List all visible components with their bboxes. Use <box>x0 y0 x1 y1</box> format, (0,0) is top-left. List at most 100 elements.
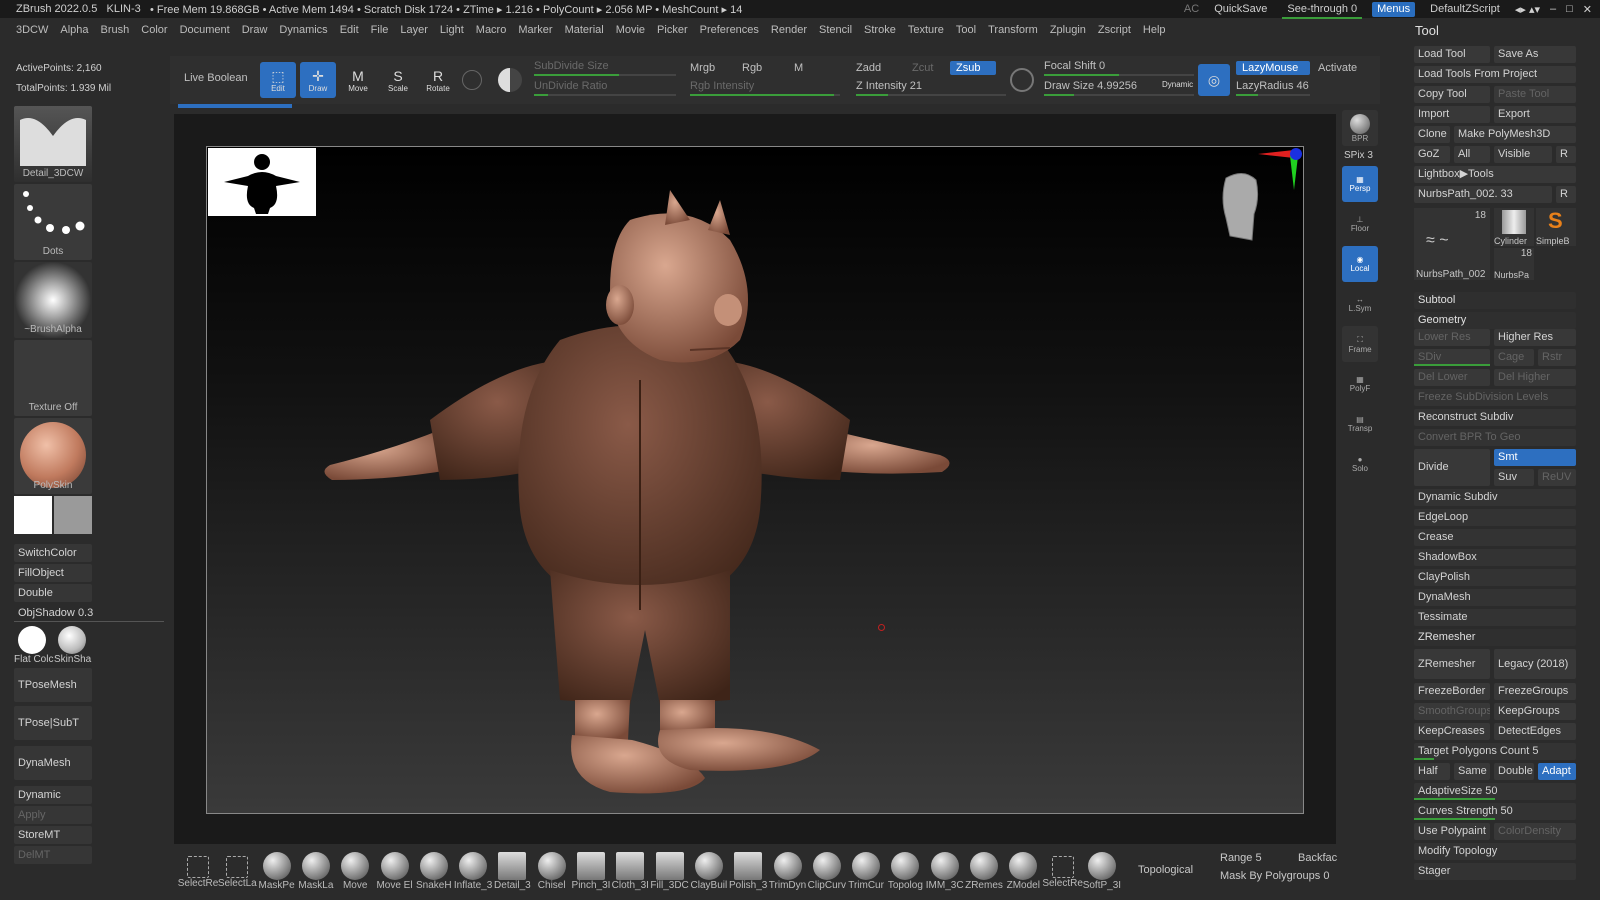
tool-thumbnail-simplebrush[interactable]: S SimpleB <box>1536 208 1576 246</box>
brush-maskla[interactable]: MaskLa <box>296 852 336 898</box>
edit-button[interactable]: ⬚ Edit <box>260 62 296 98</box>
brush-polish-3[interactable]: Polish_3 <box>728 852 768 898</box>
zcut-button[interactable]: Zcut <box>912 62 933 74</box>
activate-button[interactable]: Activate <box>1318 62 1357 74</box>
lazy-mouse-button[interactable]: LazyMouse <box>1236 61 1310 75</box>
obj-shadow-slider[interactable]: ObjShadow 0.3 <box>14 604 164 622</box>
edgeloop-section[interactable]: EdgeLoop <box>1414 509 1576 526</box>
reconstruct-subdiv-button[interactable]: Reconstruct Subdiv <box>1414 409 1576 426</box>
higher-res-button[interactable]: Higher Res <box>1494 329 1576 346</box>
brush-pinch-3i[interactable]: Pinch_3I <box>571 852 611 898</box>
tool-palette-title[interactable]: Tool <box>1400 20 1600 42</box>
brush-clipcurv[interactable]: ClipCurv <box>807 852 847 898</box>
flat-color-material[interactable] <box>18 626 46 654</box>
range-slider[interactable]: Range 5 <box>1220 852 1262 864</box>
local-button[interactable]: ◉ Local <box>1342 246 1378 282</box>
brush-trimcur[interactable]: TrimCur <box>846 852 886 898</box>
detect-edges-toggle[interactable]: DetectEdges <box>1494 723 1576 740</box>
current-tool-r-button[interactable]: R <box>1556 186 1576 203</box>
lsym-button[interactable]: ↔ L.Sym <box>1342 286 1378 322</box>
legacy-2018-button[interactable]: Legacy (2018) <box>1494 649 1576 679</box>
tpose-subt-button[interactable]: TPose|SubT <box>14 706 92 740</box>
keep-creases-toggle[interactable]: KeepCreases <box>1414 723 1490 740</box>
brush-snakeh[interactable]: SnakeH <box>414 852 454 898</box>
brush-chisel[interactable]: Chisel <box>532 852 572 898</box>
menu-render[interactable]: Render <box>771 24 807 36</box>
current-tool-slider[interactable]: NurbsPath_002. 33 <box>1414 186 1552 203</box>
focal-shift-slider[interactable]: Focal Shift 0 <box>1044 60 1105 72</box>
brush-trimdyn[interactable]: TrimDyn <box>768 852 808 898</box>
menu-color[interactable]: Color <box>141 24 167 36</box>
goz-all-button[interactable]: All <box>1454 146 1490 163</box>
close-icon[interactable]: ✕ <box>1583 3 1592 16</box>
minimize-icon[interactable]: – <box>1550 3 1556 15</box>
half-button[interactable]: Half <box>1414 763 1450 780</box>
reuv-toggle[interactable]: ReUV <box>1538 469 1576 486</box>
same-button[interactable]: Same <box>1454 763 1490 780</box>
del-higher-button[interactable]: Del Higher <box>1494 369 1576 386</box>
brush-selectre[interactable]: SelectRe <box>178 852 218 898</box>
axis-gizmo-icon[interactable] <box>1254 146 1304 196</box>
fill-object-button[interactable]: FillObject <box>14 564 92 582</box>
mrgb-button[interactable]: Mrgb <box>690 62 715 74</box>
draw-size-slider[interactable]: Draw Size 4.99256 <box>1044 80 1137 92</box>
rstr-button[interactable]: Rstr <box>1538 349 1576 366</box>
brush-topolog[interactable]: Topolog <box>885 852 925 898</box>
rgb-button[interactable]: Rgb <box>742 62 762 74</box>
brush-move-el[interactable]: Move El <box>375 852 415 898</box>
persp-button[interactable]: ▦ Persp <box>1342 166 1378 202</box>
menu-zplugin[interactable]: Zplugin <box>1050 24 1086 36</box>
lazy-mouse-toggle-icon[interactable]: ◎ <box>1198 64 1230 96</box>
tool-thumbnail-nurbspath-2[interactable]: 18 NurbsPa <box>1494 248 1534 280</box>
move-button[interactable]: M Move <box>340 62 376 98</box>
character-model[interactable] <box>310 180 970 820</box>
use-polypaint-toggle[interactable]: Use Polypaint <box>1414 823 1490 840</box>
draw-button[interactable]: ✛ Draw <box>300 62 336 98</box>
load-tool-button[interactable]: Load Tool <box>1414 46 1490 63</box>
del-mt-button[interactable]: DelMT <box>14 846 92 864</box>
live-boolean-button[interactable]: Live Boolean <box>184 72 248 84</box>
zremesher-section[interactable]: ZRemesher <box>1414 629 1576 646</box>
menu-draw[interactable]: Draw <box>242 24 268 36</box>
quicksave-button[interactable]: QuickSave <box>1209 2 1272 17</box>
double-button[interactable]: Double <box>14 584 92 602</box>
crease-section[interactable]: Crease <box>1414 529 1576 546</box>
menu-material[interactable]: Material <box>565 24 604 36</box>
bpr-button[interactable]: BPR <box>1342 110 1378 146</box>
menu-layer[interactable]: Layer <box>400 24 428 36</box>
maximize-icon[interactable]: □ <box>1566 3 1573 15</box>
z-intensity-slider[interactable]: Z Intensity 21 <box>856 80 922 92</box>
menu-tool[interactable]: Tool <box>956 24 976 36</box>
suv-toggle[interactable]: Suv <box>1494 469 1534 486</box>
load-tools-from-project-button[interactable]: Load Tools From Project <box>1414 66 1576 83</box>
spix-slider[interactable]: SPix 3 <box>1344 150 1373 161</box>
dynamesh-section[interactable]: DynaMesh <box>1414 589 1576 606</box>
backface-toggle[interactable]: Backfac <box>1298 852 1337 864</box>
brush-cloth-3i[interactable]: Cloth_3I <box>610 852 650 898</box>
menu-dynamics[interactable]: Dynamics <box>279 24 327 36</box>
rotate-button[interactable]: R Rotate <box>420 62 456 98</box>
menu-marker[interactable]: Marker <box>518 24 552 36</box>
import-button[interactable]: Import <box>1414 106 1490 123</box>
tessimate-section[interactable]: Tessimate <box>1414 609 1576 626</box>
skin-shade-material[interactable] <box>58 626 86 654</box>
menu-macro[interactable]: Macro <box>476 24 507 36</box>
tool-thumbnail-nurbspath[interactable]: 18 ≈ ~ NurbsPath_002 <box>1414 208 1490 280</box>
apply-button[interactable]: Apply <box>14 806 92 824</box>
draw-size-dial-icon[interactable] <box>1010 68 1034 92</box>
menu-preferences[interactable]: Preferences <box>700 24 759 36</box>
claypolish-section[interactable]: ClayPolish <box>1414 569 1576 586</box>
brush-fill-3dc[interactable]: Fill_3DC <box>650 852 690 898</box>
menu-transform[interactable]: Transform <box>988 24 1038 36</box>
menu-zscript[interactable]: Zscript <box>1098 24 1131 36</box>
geometry-section[interactable]: Geometry <box>1414 312 1576 329</box>
scale-button[interactable]: S Scale <box>380 62 416 98</box>
default-zscript-button[interactable]: DefaultZScript <box>1425 2 1505 17</box>
mask-by-polygroups-slider[interactable]: Mask By Polygroups 0 <box>1220 870 1329 882</box>
brush-imm-3c[interactable]: IMM_3C <box>925 852 965 898</box>
brush-selectla[interactable]: SelectLa <box>217 852 257 898</box>
menu-light[interactable]: Light <box>440 24 464 36</box>
frame-button[interactable]: ⛶ Frame <box>1342 326 1378 362</box>
zadd-button[interactable]: Zadd <box>856 62 881 74</box>
brush-zremes[interactable]: ZRemes <box>964 852 1004 898</box>
